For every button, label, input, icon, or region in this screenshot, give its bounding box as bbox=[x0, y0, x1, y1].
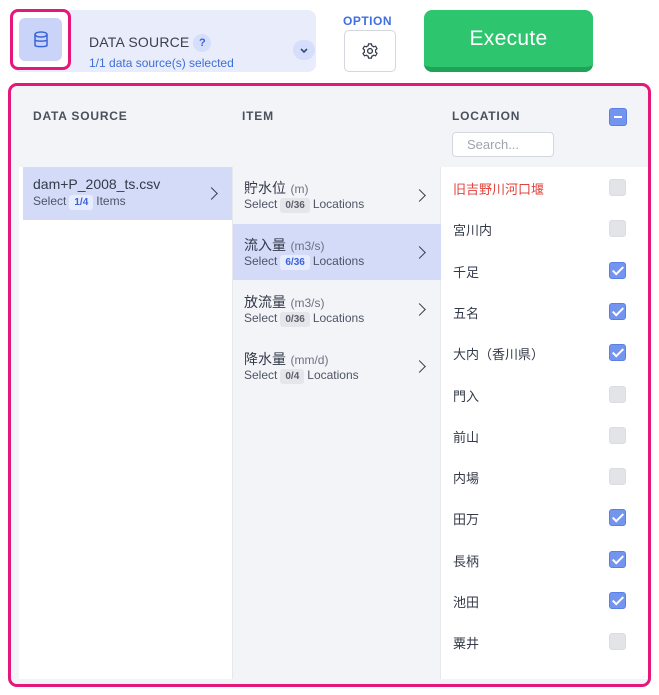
location-name: 田万 bbox=[453, 513, 480, 529]
data-source-subtitle: 1/1 data source(s) selected bbox=[89, 56, 234, 70]
item-name: 降水量 (mm/d) bbox=[244, 352, 329, 368]
location-name: 五名 bbox=[453, 306, 480, 322]
chevron-right-icon bbox=[413, 360, 426, 373]
data-source-select-info: Select 1/4 Items bbox=[33, 194, 126, 210]
item-row[interactable]: 貯水位 (m) Select 0/36 Locations bbox=[233, 167, 441, 223]
item-column: 貯水位 (m) Select 0/36 Locations 流入量 (m3/s) Sele… bbox=[232, 167, 441, 679]
location-checkbox[interactable] bbox=[609, 261, 626, 279]
location-checkbox[interactable] bbox=[609, 633, 626, 651]
database-icon bbox=[19, 18, 62, 61]
location-column: 旧吉野川河口堰 宮川内千足五名大内（香川県） 門入前山内場田万長柄池田粟井 bbox=[441, 167, 648, 679]
location-name: 宮川内 bbox=[453, 224, 493, 240]
location-checkbox[interactable] bbox=[609, 179, 626, 196]
location-row[interactable]: 池田 bbox=[441, 580, 641, 621]
location-name: 池田 bbox=[453, 596, 480, 611]
selection-panel: DATA SOURCE ITEM LOCATION Search... dam+… bbox=[8, 83, 651, 687]
location-checkbox[interactable] bbox=[609, 385, 626, 403]
item-row[interactable]: 降水量 (mm/d) Select 0/4 Locations bbox=[233, 338, 441, 394]
location-row[interactable]: 千足 bbox=[441, 250, 641, 291]
column-header-row: DATA SOURCE ITEM LOCATION Search... bbox=[19, 95, 648, 167]
item-select-info: Select 0/36 Locations bbox=[244, 197, 365, 213]
chevron-right-icon bbox=[413, 303, 426, 316]
location-search-input[interactable]: Search... bbox=[452, 132, 554, 157]
help-icon[interactable]: ? bbox=[193, 34, 212, 52]
location-row[interactable]: 五名 bbox=[441, 291, 641, 332]
location-name: 門入 bbox=[453, 389, 480, 405]
location-row[interactable]: 旧吉野川河口堰 bbox=[441, 167, 641, 208]
location-checkbox[interactable] bbox=[609, 426, 626, 444]
execute-button[interactable]: Execute bbox=[424, 10, 593, 72]
item-name: 放流量 (m3/s) bbox=[244, 295, 325, 311]
count-badge: 0/4 bbox=[280, 369, 305, 384]
item-select-info: Select 0/36 Locations bbox=[244, 311, 365, 327]
count-badge: 0/36 bbox=[280, 198, 310, 213]
chevron-down-icon[interactable] bbox=[293, 40, 315, 60]
location-row[interactable]: 長柄 bbox=[441, 539, 641, 580]
header-location: LOCATION bbox=[452, 109, 521, 123]
chevron-right-icon bbox=[205, 187, 218, 200]
location-checkbox[interactable] bbox=[609, 468, 626, 486]
location-row[interactable]: 田万 bbox=[441, 497, 641, 538]
header-item: ITEM bbox=[242, 109, 274, 123]
item-name: 貯水位 (m) bbox=[244, 181, 309, 197]
item-select-info: Select 6/36 Locations bbox=[244, 254, 365, 270]
chevron-right-icon bbox=[413, 189, 426, 202]
location-name: 大内（香川県） bbox=[453, 348, 545, 364]
location-row[interactable]: 大内（香川県） bbox=[441, 332, 641, 373]
location-row[interactable]: 宮川内 bbox=[441, 208, 641, 249]
data-source-column: dam+P_2008_ts.csv Select 1/4 Items bbox=[23, 167, 232, 679]
select-all-checkbox[interactable] bbox=[609, 108, 627, 126]
location-checkbox[interactable] bbox=[609, 220, 626, 238]
location-row[interactable]: 前山 bbox=[441, 415, 641, 456]
gear-icon bbox=[362, 43, 378, 59]
data-source-button[interactable] bbox=[10, 9, 71, 70]
item-row[interactable]: 流入量 (m3/s) Select 6/36 Locations bbox=[233, 224, 441, 280]
location-row[interactable]: 内場 bbox=[441, 456, 641, 497]
location-row[interactable]: 門入 bbox=[441, 374, 641, 415]
item-select-info: Select 0/4 Locations bbox=[244, 368, 359, 384]
location-name: 旧吉野川河口堰 bbox=[453, 183, 545, 198]
location-name: 長柄 bbox=[453, 554, 480, 570]
item-row[interactable]: 放流量 (m3/s) Select 0/36 Locations bbox=[233, 281, 441, 337]
location-name: 内場 bbox=[453, 472, 480, 488]
location-checkbox[interactable] bbox=[609, 302, 626, 320]
data-source-name: dam+P_2008_ts.csv bbox=[33, 176, 161, 192]
location-checkbox[interactable] bbox=[609, 509, 626, 527]
item-name: 流入量 (m3/s) bbox=[244, 238, 325, 254]
chevron-right-icon bbox=[413, 246, 426, 259]
option-label: OPTION bbox=[343, 14, 393, 28]
data-source-title: DATA SOURCE? bbox=[89, 34, 212, 52]
option-button[interactable] bbox=[344, 30, 396, 72]
location-name: 前山 bbox=[453, 430, 480, 446]
location-name: 千足 bbox=[453, 265, 480, 281]
header-data-source: DATA SOURCE bbox=[33, 109, 128, 123]
location-checkbox[interactable] bbox=[609, 344, 626, 362]
data-source-row[interactable]: dam+P_2008_ts.csv Select 1/4 Items bbox=[23, 167, 232, 220]
location-name: 粟井 bbox=[453, 637, 480, 653]
location-row[interactable]: 粟井 bbox=[441, 621, 641, 662]
count-badge: 1/4 bbox=[69, 195, 94, 210]
count-badge: 6/36 bbox=[280, 255, 310, 270]
count-badge: 0/36 bbox=[280, 312, 310, 327]
location-checkbox[interactable] bbox=[609, 592, 626, 609]
location-checkbox[interactable] bbox=[609, 550, 626, 568]
